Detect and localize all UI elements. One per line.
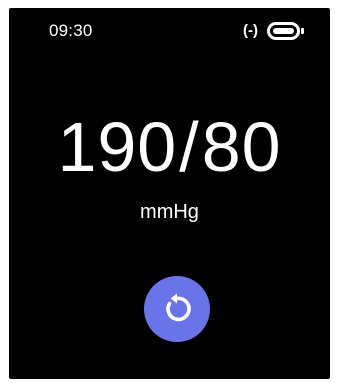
systolic-value: 190 xyxy=(57,108,178,186)
reading-separator: / xyxy=(179,108,200,186)
diastolic-value: 80 xyxy=(201,108,282,186)
bluetooth-connection-icon: (-) xyxy=(243,22,258,39)
refresh-icon xyxy=(166,293,191,322)
pressure-unit: mmHg xyxy=(140,201,199,223)
status-bar: 09:30 (-) xyxy=(9,8,330,54)
watch-screen: 09:30 (-) 190/80 mmHg xyxy=(9,8,330,379)
blood-pressure-reading: 190/80 xyxy=(9,108,330,186)
status-time: 09:30 xyxy=(49,21,93,40)
remeasure-button[interactable] xyxy=(144,276,210,342)
status-icons: (-) xyxy=(243,22,305,40)
battery-full-icon xyxy=(267,22,304,40)
